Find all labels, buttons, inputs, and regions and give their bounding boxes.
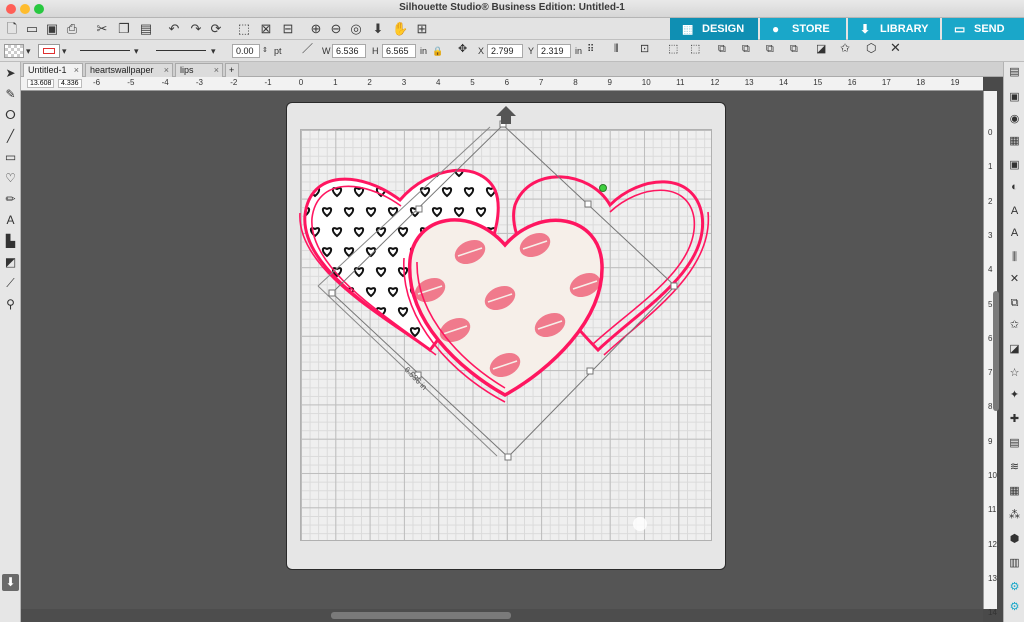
replicate-panel-icon[interactable]: ⧉ [1007, 296, 1022, 311]
puzzle-panel-icon[interactable]: ✚ [1007, 412, 1022, 427]
pattern-heart [309, 267, 321, 278]
rhinestone-panel-icon[interactable]: ⁂ [1007, 508, 1022, 523]
line-panel-icon[interactable]: ▣ [1007, 158, 1022, 173]
text-style-icon[interactable]: A [1007, 204, 1022, 219]
handle-bottom[interactable] [504, 453, 512, 461]
nesting-panel-icon[interactable]: ▦ [1007, 484, 1022, 499]
trace-panel-icon[interactable]: ☆ [1007, 366, 1022, 381]
pattern-heart [375, 347, 387, 350]
palette-icon[interactable]: ◉ [1007, 112, 1022, 127]
pattern-heart [343, 170, 355, 178]
vertical-scrollbar[interactable] [990, 91, 1002, 609]
handle-top-left[interactable] [415, 205, 423, 213]
pattern-heart [331, 307, 343, 318]
pattern-heart [304, 287, 311, 298]
help-icon[interactable]: ⚙ [1007, 600, 1022, 615]
pattern-heart [497, 170, 499, 178]
pattern-heart [309, 347, 321, 350]
sketch-panel-icon[interactable]: ✦ [1007, 388, 1022, 403]
pattern-heart [353, 347, 365, 350]
hatch-panel-icon[interactable]: ≋ [1007, 460, 1022, 475]
handle-bottom-right[interactable] [586, 367, 594, 375]
align-panel-icon[interactable]: ⫼ [1007, 250, 1022, 265]
horizontal-scrollbar[interactable] [21, 609, 983, 622]
modify-panel-icon[interactable]: ✩ [1007, 318, 1022, 333]
dimension-label: 6.536 in [403, 365, 429, 392]
rotate-handle[interactable] [599, 184, 607, 192]
transform-icon[interactable]: ✕ [1007, 272, 1022, 287]
pixscan-panel-icon[interactable]: ⬢ [1007, 532, 1022, 547]
pattern-heart [387, 327, 399, 338]
pattern-heart [304, 247, 311, 258]
pattern-heart [331, 347, 343, 350]
page-setup-icon[interactable]: ▤ [1007, 65, 1022, 80]
pattern-heart [497, 207, 499, 218]
handle-left[interactable] [328, 289, 336, 297]
pattern-heart [409, 170, 421, 178]
doc-icon[interactable]: ▣ [1007, 90, 1022, 105]
vertical-scroll-thumb[interactable] [993, 291, 999, 411]
handle-top-right[interactable] [584, 200, 592, 208]
library-panel-icon[interactable]: ▥ [1007, 556, 1022, 571]
pattern-heart [397, 347, 409, 350]
fill-panel-icon[interactable]: ▦ [1007, 134, 1022, 149]
settings-icon[interactable]: ⚙ [1007, 580, 1022, 595]
text-path-icon[interactable]: A [1007, 226, 1022, 241]
design-overlay: 6.536 in [299, 106, 710, 531]
layers-panel-icon[interactable]: ▤ [1007, 436, 1022, 451]
middle-heart[interactable] [403, 218, 604, 403]
handle-right[interactable] [670, 282, 678, 290]
pattern-heart [304, 170, 311, 178]
pattern-heart [321, 170, 333, 178]
offset-panel-icon[interactable]: ◪ [1007, 342, 1022, 357]
right-panel-bar: ▤ ▣ ◉ ▦ ▣ ◐ A A ⫼ ✕ ⧉ ✩ ◪ ☆ ✦ ✚ ▤ ≋ ▦ ⁂ … [1003, 62, 1024, 622]
mat-direction-arrow-icon [496, 106, 516, 124]
pattern-heart [309, 307, 321, 318]
pattern-heart [321, 327, 333, 338]
color-halftone-icon[interactable]: ◐ [1007, 180, 1022, 195]
pattern-heart [365, 170, 377, 178]
mat-corner-icon [633, 517, 647, 531]
pattern-heart [304, 327, 311, 338]
pattern-heart [387, 170, 399, 178]
horizontal-scroll-thumb[interactable] [331, 612, 511, 619]
pattern-heart [343, 327, 355, 338]
